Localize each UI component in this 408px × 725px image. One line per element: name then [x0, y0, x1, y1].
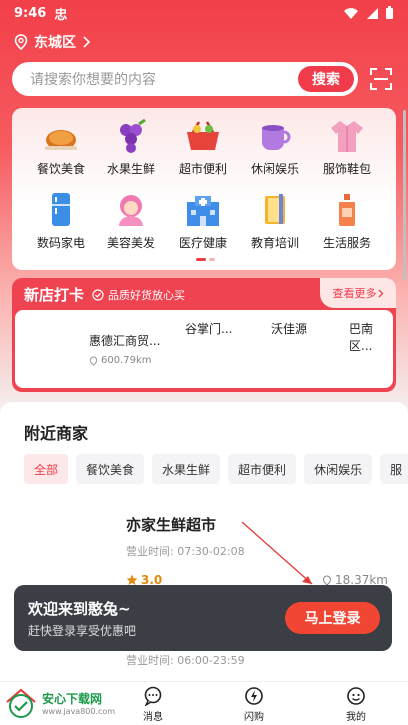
chevron-right-icon — [378, 289, 383, 297]
pointer-arrow — [241, 521, 313, 585]
watermark-title: 安心下载网 — [42, 692, 103, 706]
filter-chip[interactable]: 服 — [380, 454, 408, 484]
filter-chip[interactable]: 餐饮美食 — [76, 454, 145, 484]
location-label: 东城区 — [34, 35, 76, 51]
filter-chip[interactable]: 水果生鲜 — [152, 454, 221, 484]
clothing-icon — [331, 121, 363, 152]
download-site-watermark: 安心下载网 www.java800.com — [4, 688, 115, 718]
view-more-link[interactable]: 查看更多 — [320, 278, 396, 308]
login-prompt: 欢迎来到憨兔~ 赶快登录享受优惠吧 马上登录 — [14, 585, 392, 651]
nearby-heading: 附近商家 — [24, 424, 89, 443]
filter-chip[interactable]: 休闲娱乐 — [304, 454, 373, 484]
login-button[interactable]: 马上登录 — [285, 602, 380, 634]
category-label: 美容美发 — [106, 236, 155, 250]
message-icon — [144, 686, 162, 706]
category-label: 数码家电 — [36, 236, 85, 250]
merchant-card[interactable]: 营业时间: 06:00-23:59 — [126, 650, 245, 668]
category-label: 服饰鞋包 — [322, 162, 371, 176]
location-selector[interactable]: 东城区 — [14, 30, 90, 54]
shop-name: 沃佳源 — [271, 322, 308, 336]
shop-name: 谷掌门... — [185, 322, 233, 336]
category-grid: 餐饮美食 水果生鲜 超市便利 休闲娱乐 服饰鞋包 数码家电 美容美发 医疗健康 … — [12, 108, 396, 270]
category-item[interactable]: 服饰鞋包 — [312, 118, 382, 177]
filter-chip-all[interactable]: 全部 — [24, 454, 69, 484]
category-item[interactable]: 水果生鲜 — [96, 118, 166, 177]
new-shop-card[interactable]: 巴南区... — [349, 320, 393, 354]
shop-distance: 600.79km — [101, 355, 152, 366]
new-shop-section: 新店打卡 品质好货放心买 查看更多 惠德汇商贸... 600.79km 谷掌门.… — [12, 278, 396, 392]
search-button[interactable]: 搜索 — [298, 66, 354, 92]
category-label: 餐饮美食 — [36, 162, 85, 176]
roast-chicken-icon — [45, 130, 77, 150]
category-item[interactable]: 美容美发 — [96, 192, 166, 251]
scan-icon[interactable] — [370, 68, 392, 90]
new-shop-list: 惠德汇商贸... 600.79km 谷掌门... 沃佳源 巴南区... — [15, 310, 393, 388]
filter-chip[interactable]: 超市便利 — [228, 454, 297, 484]
grapes-icon — [120, 118, 146, 153]
category-item[interactable]: 医疗健康 — [168, 192, 238, 251]
new-shop-card[interactable]: 沃佳源 — [271, 320, 307, 337]
merchant-hours: 营业时间: 06:00-23:59 — [126, 654, 245, 667]
category-label: 水果生鲜 — [106, 162, 155, 176]
beauty-icon — [119, 195, 143, 226]
coffee-cup-icon — [262, 125, 291, 150]
watermark-url: www.java800.com — [42, 707, 116, 716]
category-label: 超市便利 — [178, 162, 227, 176]
basket-icon — [187, 121, 219, 150]
location-pin-icon — [322, 574, 332, 586]
category-label: 教育培训 — [250, 236, 299, 250]
scrollbar[interactable] — [403, 110, 406, 280]
status-time: 9:46 — [14, 5, 47, 21]
bottle-icon — [339, 194, 355, 226]
hospital-icon — [187, 196, 219, 226]
new-shop-card[interactable]: 谷掌门... — [185, 320, 232, 337]
tab-profile[interactable]: 我的 — [326, 686, 386, 723]
category-label: 医疗健康 — [178, 236, 227, 250]
category-label: 休闲娱乐 — [250, 162, 299, 176]
category-item[interactable]: 休闲娱乐 — [240, 118, 310, 177]
login-prompt-subtitle: 赶快登录享受优惠吧 — [28, 624, 137, 638]
new-shop-card[interactable]: 惠德汇商贸... 600.79km — [89, 332, 160, 366]
tab-label: 闪购 — [244, 712, 264, 723]
search-placeholder: 请搜索你想要的内容 — [30, 72, 156, 88]
flash-icon — [245, 687, 263, 705]
wifi-icon — [344, 7, 358, 19]
fridge-icon — [52, 193, 70, 226]
category-item[interactable]: 超市便利 — [168, 118, 238, 177]
login-prompt-title: 欢迎来到憨兔~ — [28, 600, 131, 618]
category-item[interactable]: 餐饮美食 — [26, 118, 96, 177]
search-input[interactable]: 请搜索你想要的内容 搜索 — [12, 62, 358, 96]
status-app-glyph: 忠 — [54, 7, 68, 23]
tab-label: 我的 — [346, 712, 366, 723]
page-indicator — [196, 258, 215, 261]
chevron-right-icon — [83, 36, 90, 48]
shop-name: 巴南区... — [349, 322, 374, 353]
battery-icon — [386, 6, 393, 19]
category-item[interactable]: 生活服务 — [312, 192, 382, 251]
check-circle-icon — [92, 289, 104, 301]
category-item[interactable]: 数码家电 — [26, 192, 96, 251]
watermark-logo — [6, 688, 36, 718]
shop-name: 惠德汇商贸... — [89, 334, 161, 348]
new-shop-subtitle: 品质好货放心买 — [92, 287, 185, 303]
profile-icon — [347, 687, 365, 705]
tab-label: 消息 — [143, 712, 163, 723]
category-label: 生活服务 — [322, 236, 371, 250]
location-pin-icon — [89, 355, 98, 366]
category-filter: 全部 餐饮美食 水果生鲜 超市便利 休闲娱乐 服 — [24, 454, 408, 484]
location-pin-icon — [14, 34, 28, 50]
tab-flash-sale[interactable]: 闪购 — [224, 686, 284, 723]
tab-messages[interactable]: 消息 — [123, 686, 183, 723]
status-bar: 9:46 忠 — [0, 0, 408, 26]
books-icon — [265, 194, 285, 224]
category-item[interactable]: 教育培训 — [240, 192, 310, 251]
new-shop-title: 新店打卡 — [24, 286, 85, 304]
signal-icon — [367, 7, 378, 19]
